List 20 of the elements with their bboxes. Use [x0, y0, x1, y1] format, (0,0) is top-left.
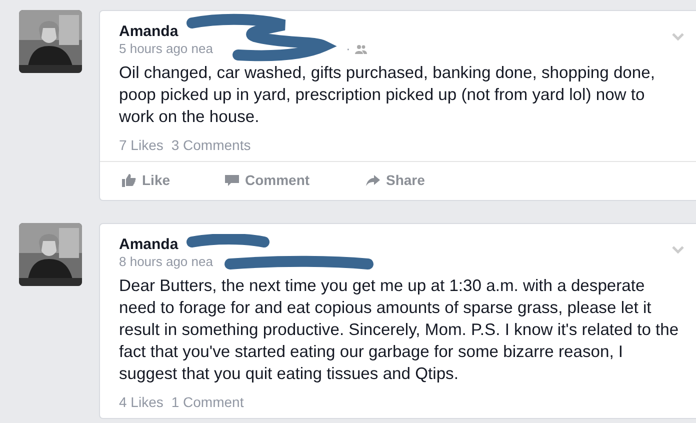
- comments-count[interactable]: 3 Comments: [171, 137, 251, 153]
- separator-dot: ·: [346, 41, 350, 56]
- author-name[interactable]: Amanda: [119, 236, 178, 253]
- likes-count[interactable]: 7 Likes: [119, 137, 164, 153]
- share-button[interactable]: Share: [366, 172, 425, 188]
- likes-count[interactable]: 4 Likes: [119, 394, 164, 410]
- speech-bubble-icon: [225, 174, 239, 186]
- post-time: 8 hours ago nea: [119, 254, 213, 269]
- comments-count[interactable]: 1 Comment: [171, 394, 244, 410]
- thumbs-up-icon: [122, 174, 136, 186]
- share-arrow-icon: [366, 174, 380, 186]
- post-text: Oil changed, car washed, gifts purchased, banking done, shopping done, poop picked up in yard, prescription picked up (not from yard lol) now to work on the house.: [119, 62, 656, 128]
- post-time: 5 hours ago nea: [119, 41, 213, 56]
- like-button[interactable]: Like: [122, 172, 225, 188]
- author-name[interactable]: Amanda: [119, 23, 178, 40]
- chevron-icon[interactable]: [672, 246, 684, 254]
- post-text: Dear Butters, the next time you get me up at 1:30 a.m. with a desperate need to forage for and eat copious amounts of sparse grass, please let it result in something productive. Sincerely, Mom. P.S. I know it's related to the fact that you've started eating our garbage for some bizarre reason, I suggest that you quit eating tissues and Qtips.: [119, 275, 680, 385]
- chevron-icon[interactable]: [672, 33, 684, 41]
- friends-icon[interactable]: [355, 44, 368, 54]
- comment-button[interactable]: Comment: [225, 172, 366, 188]
